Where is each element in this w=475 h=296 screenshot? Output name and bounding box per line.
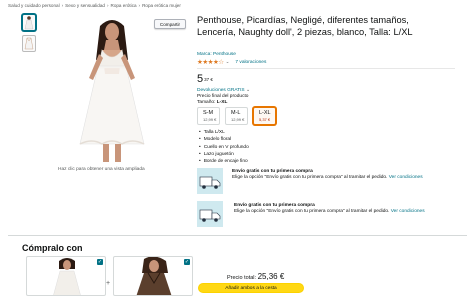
- section-divider: [8, 235, 467, 236]
- feature-bullet: Borde de encaje fino: [199, 158, 249, 165]
- delivery-truck-icon: [197, 168, 223, 194]
- feature-bullet: Modelo floral: [199, 136, 249, 143]
- breadcrumb-separator: ›: [138, 3, 141, 8]
- size-label: Tamaño: L-XL: [197, 100, 227, 105]
- chevron-down-icon[interactable]: ⌄: [226, 59, 230, 65]
- rating-count-link[interactable]: 7 valoraciones: [235, 60, 266, 65]
- shipping-promo-title: Envío gratis con tu primera compra: [234, 203, 315, 208]
- shipping-promo-desc: Elige la opción "Envío gratis con tu pri…: [232, 175, 388, 180]
- size-label-text: Tamaño:: [197, 100, 216, 105]
- size-option-name: S-M: [203, 110, 214, 116]
- star-rating-icon[interactable]: ★★★★☆: [197, 58, 224, 66]
- conditions-link[interactable]: Ver condiciones: [391, 209, 425, 214]
- size-option-price: 12,99 €: [231, 117, 245, 122]
- divider: [197, 68, 455, 69]
- thumbnail-2[interactable]: [22, 35, 36, 52]
- free-returns-label: Devoluciones GRATIS: [197, 88, 245, 93]
- breadcrumb-item[interactable]: Ropa erótica mujer: [142, 3, 181, 8]
- share-button[interactable]: Compartir: [154, 19, 186, 29]
- size-option-name: L-XL: [259, 110, 271, 116]
- bundle-total: Precio total: 25,36 €: [227, 272, 284, 281]
- breadcrumb-separator: ›: [61, 3, 64, 8]
- delivery-truck-icon: [197, 201, 223, 227]
- price: 537 €: [197, 73, 213, 85]
- image-thumbnails: [22, 14, 36, 56]
- size-selector: S-M 12,99 € M-L 12,99 € L-XL 5,37 €: [197, 107, 276, 125]
- size-option-s-m[interactable]: S-M 12,99 €: [197, 107, 220, 125]
- shipping-promo-title: Envío gratis con tu primera compra: [232, 169, 313, 174]
- shipping-promo: Envío gratis con tu primera compra Elige…: [197, 201, 455, 228]
- thumbnail-1[interactable]: [22, 14, 36, 31]
- bundle-heading: Cómpralo con: [22, 243, 83, 253]
- shipping-promo-text: Elige la opción "Envío gratis con tu pri…: [232, 175, 452, 182]
- brand-link[interactable]: Marca: Penthouse: [197, 52, 236, 57]
- size-option-price: 12,99 €: [203, 117, 217, 122]
- total-label: Precio total:: [227, 275, 257, 281]
- breadcrumb-item[interactable]: Sexo y sensualidad: [65, 3, 105, 8]
- free-returns-link[interactable]: Devoluciones GRATIS ⌄: [197, 88, 250, 93]
- breadcrumb-item[interactable]: Ropa erótica: [111, 3, 137, 8]
- shipping-promo-text: Elige la opción "Envío gratis con tu pri…: [234, 209, 454, 216]
- price-fraction: 37 €: [204, 77, 213, 82]
- conditions-link[interactable]: Ver condiciones: [389, 175, 423, 180]
- bundle-checkbox[interactable]: ✓: [184, 259, 190, 265]
- size-option-name: M-L: [231, 110, 241, 116]
- bundle-checkbox[interactable]: ✓: [97, 259, 103, 265]
- product-main-image[interactable]: [72, 16, 152, 166]
- chevron-down-icon: ⌄: [245, 88, 251, 93]
- add-both-to-cart-button[interactable]: Añadir ambos a la cesta: [198, 283, 304, 293]
- final-price-note: Precio final del producto: [197, 94, 249, 99]
- size-option-m-l[interactable]: M-L 12,99 €: [225, 107, 248, 125]
- rating-row: ★★★★☆ ⌄ 7 valoraciones: [197, 58, 266, 66]
- size-option-l-xl[interactable]: L-XL 5,37 €: [253, 107, 276, 125]
- size-selected-value: L-XL: [216, 100, 228, 105]
- size-option-price: 5,37 €: [259, 117, 271, 122]
- bundle-item-1[interactable]: ✓: [26, 256, 106, 296]
- total-value: 25,36 €: [257, 272, 285, 281]
- feature-bullet: Talla L/XL: [199, 129, 249, 136]
- price-whole: 5: [197, 73, 204, 85]
- feature-bullets: Talla L/XL Modelo floral Cuello en V pro…: [199, 129, 249, 165]
- shipping-promo: Envío gratis con tu primera compra Elige…: [197, 168, 455, 195]
- product-title: Penthouse, Picardías, Negligé, diferente…: [197, 15, 413, 37]
- feature-bullet: Cuello en V profundo: [199, 144, 249, 151]
- breadcrumb: Salud y cuidado personal › Sexo y sensuali…: [8, 3, 181, 8]
- zoom-hint: Haz clic para obtener una vista ampliada: [58, 167, 145, 172]
- breadcrumb-separator: ›: [106, 3, 109, 8]
- plus-icon: +: [106, 280, 111, 287]
- breadcrumb-item[interactable]: Salud y cuidado personal: [8, 3, 60, 8]
- shipping-promo-desc: Elige la opción "Envío gratis con tu pri…: [234, 209, 390, 214]
- bundle-item-2[interactable]: ✓: [113, 256, 193, 296]
- feature-bullet: Lazo juguetón: [199, 151, 249, 158]
